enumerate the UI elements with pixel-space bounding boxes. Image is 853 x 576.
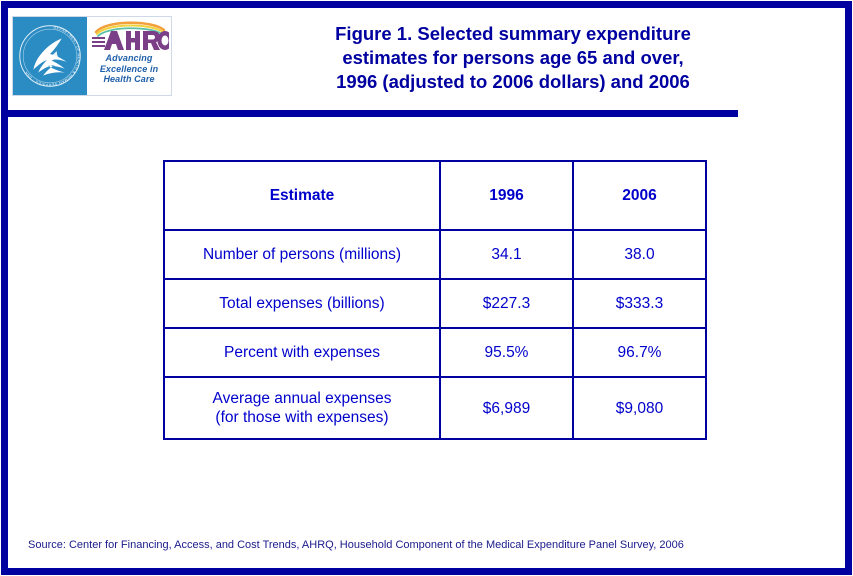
- summary-table: Estimate 1996 2006 Number of persons (mi…: [163, 160, 707, 440]
- ahrq-tagline: Advancing Excellence in Health Care: [87, 53, 171, 85]
- tagline-line-2: Excellence in: [99, 63, 159, 74]
- cell-1996: 95.5%: [439, 327, 574, 378]
- row-label: Number of persons (millions): [163, 229, 441, 280]
- title-line-1: Figure 1. Selected summary expenditure: [335, 23, 691, 44]
- tagline-line-3: Health Care: [103, 74, 155, 84]
- summary-table-container: Estimate 1996 2006 Number of persons (mi…: [163, 160, 707, 440]
- title-line-3: 1996 (adjusted to 2006 dollars) and 2006: [336, 71, 690, 92]
- header-divider-bar: [8, 110, 738, 117]
- row-label-line-2: (for those with expenses): [215, 409, 389, 426]
- row-label: Average annual expenses (for those with …: [163, 376, 441, 440]
- column-header-2006: 2006: [572, 160, 707, 231]
- ahrq-logo: DEPARTMENT OF HEALTH & HUMAN SERVICES · …: [12, 16, 172, 96]
- cell-1996: 34.1: [439, 229, 574, 280]
- ahrq-wordmark-block: Advancing Excellence in Health Care: [87, 17, 171, 95]
- table-row: Number of persons (millions) 34.1 38.0: [163, 229, 707, 280]
- column-header-estimate: Estimate: [163, 160, 441, 231]
- figure-title: Figure 1. Selected summary expenditure e…: [188, 22, 838, 94]
- hhs-seal-icon: DEPARTMENT OF HEALTH & HUMAN SERVICES · …: [13, 17, 87, 95]
- source-note: Source: Center for Financing, Access, an…: [28, 539, 684, 551]
- table-row: Total expenses (billions) $227.3 $333.3: [163, 278, 707, 329]
- column-header-1996: 1996: [439, 160, 574, 231]
- table-header-row: Estimate 1996 2006: [163, 160, 707, 231]
- slide: DEPARTMENT OF HEALTH & HUMAN SERVICES · …: [0, 0, 853, 576]
- cell-2006: $333.3: [572, 278, 707, 329]
- row-label: Percent with expenses: [163, 327, 441, 378]
- cell-1996: $6,989: [439, 376, 574, 440]
- row-label-line-1: Average annual expenses: [212, 390, 392, 407]
- cell-1996: $227.3: [439, 278, 574, 329]
- table-row: Average annual expenses (for those with …: [163, 376, 707, 440]
- header: DEPARTMENT OF HEALTH & HUMAN SERVICES · …: [8, 8, 845, 103]
- tagline-line-1: Advancing: [105, 53, 153, 63]
- cell-2006: 96.7%: [572, 327, 707, 378]
- title-line-2: estimates for persons age 65 and over,: [342, 47, 684, 68]
- table-row: Percent with expenses 95.5% 96.7%: [163, 327, 707, 378]
- ahrq-logo-icon: [92, 21, 169, 50]
- cell-2006: $9,080: [572, 376, 707, 440]
- row-label: Total expenses (billions): [163, 278, 441, 329]
- cell-2006: 38.0: [572, 229, 707, 280]
